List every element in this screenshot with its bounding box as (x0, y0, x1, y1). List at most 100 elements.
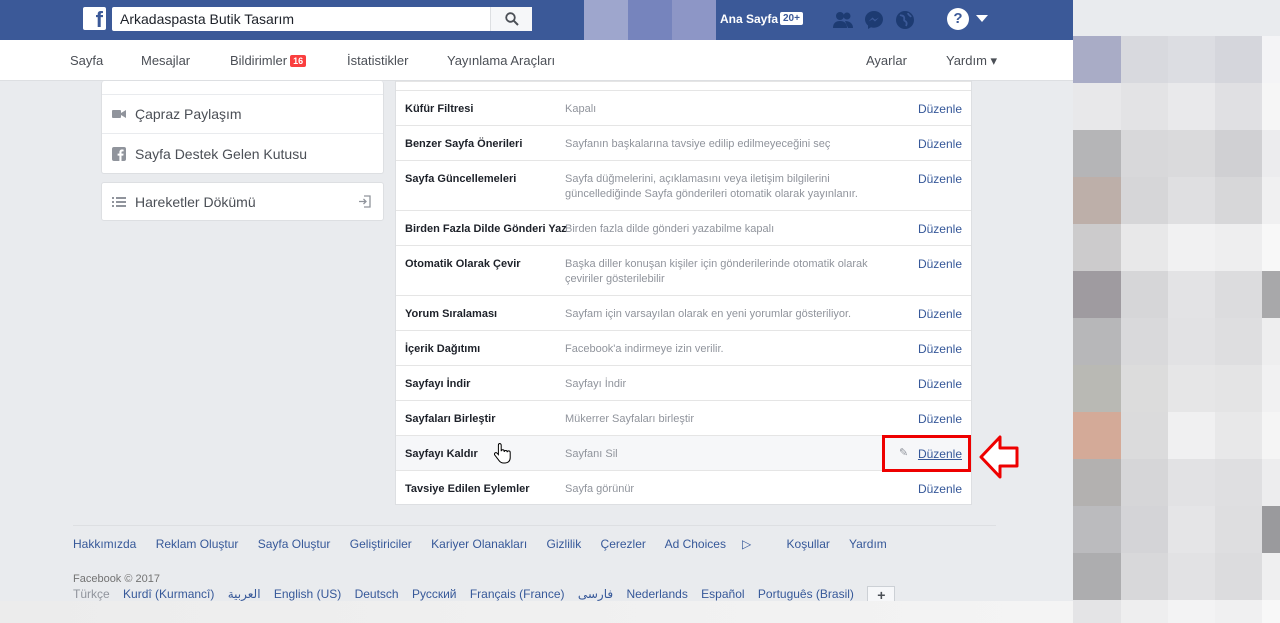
footer-links: Hakkımızda Reklam Oluştur Sayfa Oluştur … (73, 537, 903, 551)
top-bar: f Ana Sayfa 20+ ? (0, 0, 1073, 40)
sidebar-item-label: Çapraz Paylaşım (135, 106, 242, 122)
sidebar-item-partial (102, 81, 383, 95)
setting-value: Başka diller konuşan kişiler için gönder… (565, 258, 868, 285)
setting-label: Birden Fazla Dilde Gönderi Yaz (405, 223, 567, 235)
footer-link[interactable]: Çerezler (601, 537, 646, 551)
footer-divider (73, 525, 996, 526)
copyright: Facebook © 2017 (73, 573, 160, 585)
edit-link[interactable]: Düzenle (918, 102, 962, 116)
table-row[interactable]: Benzer Sayfa Önerileri Sayfanın başkalar… (396, 125, 971, 160)
setting-value: Sayfam için varsayılan olarak en yeni yo… (565, 308, 852, 320)
table-row[interactable]: Otomatik Olarak Çevir Başka diller konuş… (396, 245, 971, 295)
setting-value: Sayfayı İndir (565, 378, 627, 390)
footer-link[interactable]: Gizlilik (547, 537, 582, 551)
bottom-pixelated-strip (0, 601, 1073, 623)
friend-requests-icon[interactable] (832, 9, 854, 31)
search-input[interactable] (112, 7, 482, 31)
edit-link[interactable]: Düzenle (918, 172, 962, 186)
setting-value: Mükerrer Sayfaları birleştir (565, 413, 694, 425)
table-row[interactable]: Sayfaları Birleştir Mükerrer Sayfaları b… (396, 400, 971, 435)
help-icon[interactable]: ? (947, 8, 969, 30)
setting-label: Sayfayı İndir (405, 378, 471, 390)
language-link[interactable]: Русский (412, 587, 457, 601)
footer-link-label: Ad Choices (664, 537, 726, 551)
search-box[interactable] (112, 7, 532, 31)
table-row[interactable]: Yorum Sıralaması Sayfam için varsayılan … (396, 295, 971, 330)
sidebar-item-support-inbox[interactable]: Sayfa Destek Gelen Kutusu (102, 134, 383, 173)
table-row[interactable]: Tavsiye Edilen Eylemler Sayfa görünür Dü… (396, 470, 971, 505)
language-link[interactable]: Nederlands (626, 587, 687, 601)
table-row[interactable]: Birden Fazla Dilde Gönderi Yaz Birden fa… (396, 210, 971, 245)
facebook-square-icon (112, 146, 126, 161)
facebook-logo-icon[interactable]: f (83, 7, 106, 32)
edit-link[interactable]: Düzenle (918, 222, 962, 236)
search-icon (504, 12, 519, 26)
edit-link[interactable]: Düzenle (918, 377, 962, 391)
footer-link[interactable]: Geliştiriciler (350, 537, 412, 551)
setting-label: Benzer Sayfa Önerileri (405, 138, 523, 150)
sidebar-item-activity-log[interactable]: Hareketler Dökümü (102, 183, 383, 220)
setting-label: İçerik Dağıtımı (405, 343, 481, 355)
language-link[interactable]: Español (701, 587, 744, 601)
settings-sidebar: Çapraz Paylaşım Sayfa Destek Gelen Kutus… (101, 81, 384, 174)
footer-link[interactable]: Kariyer Olanakları (431, 537, 527, 551)
footer-link[interactable]: Sayfa Oluştur (258, 537, 331, 551)
messenger-icon[interactable] (863, 9, 885, 31)
home-count-badge: 20+ (780, 12, 803, 25)
right-sidebar-pixelated (1073, 36, 1280, 623)
nav-settings[interactable]: Ayarlar (866, 53, 907, 68)
notifications-globe-icon[interactable] (894, 9, 916, 31)
table-row[interactable]: Sayfa Güncellemeleri Sayfa düğmelerini, … (396, 160, 971, 210)
list-icon (112, 196, 126, 207)
table-row[interactable]: İçerik Dağıtımı Facebook'a indirmeye izi… (396, 330, 971, 365)
setting-value: Sayfa görünür (565, 483, 635, 495)
setting-label: Sayfa Güncellemeleri (405, 173, 517, 185)
account-menu-caret-icon[interactable] (976, 15, 988, 22)
table-row[interactable]: Küfür Filtresi Kapalı Düzenle (396, 90, 971, 125)
edit-link[interactable]: Düzenle (918, 342, 962, 356)
language-link[interactable]: العربية (228, 587, 261, 601)
nav-messages[interactable]: Mesajlar (141, 53, 190, 68)
adchoices-icon: ▷ (741, 537, 752, 551)
sidebar-item-crossposting[interactable]: Çapraz Paylaşım (102, 95, 383, 134)
footer-link[interactable]: Hakkımızda (73, 537, 136, 551)
footer-link[interactable]: Yardım (849, 537, 887, 551)
language-link[interactable]: فارسی (578, 587, 613, 601)
sidebar-item-label: Hareketler Dökümü (135, 193, 256, 210)
nav-help[interactable]: Yardım ▾ (946, 53, 997, 69)
table-row-partial (396, 81, 971, 90)
edit-link[interactable]: Düzenle (918, 412, 962, 426)
setting-label: Sayfaları Birleştir (405, 413, 496, 425)
edit-link[interactable]: Düzenle (918, 482, 962, 496)
footer-link-adchoices[interactable]: Ad Choices ▷ (665, 537, 768, 551)
setting-label: Otomatik Olarak Çevir (405, 258, 521, 270)
nav-publishing-tools[interactable]: Yayınlama Araçları (447, 53, 555, 68)
enter-icon (359, 195, 371, 208)
language-link[interactable]: Deutsch (355, 587, 399, 601)
setting-label: Yorum Sıralaması (405, 308, 498, 320)
footer-link[interactable]: Reklam Oluştur (156, 537, 239, 551)
nav-notifications[interactable]: Bildirimler 16 (230, 53, 307, 68)
activity-log-card: Hareketler Dökümü (101, 182, 384, 221)
language-current: Türkçe (73, 587, 110, 602)
language-link[interactable]: Français (France) (470, 587, 565, 601)
language-link[interactable]: Português (Brasil) (758, 587, 854, 601)
page-nav: Sayfa Mesajlar Bildirimler 16 İstatistikl… (0, 40, 1073, 81)
setting-value: Sayfanın başkalarına tavsiye edilip edil… (565, 138, 831, 150)
home-link[interactable]: Ana Sayfa (720, 12, 778, 26)
edit-link[interactable]: Düzenle (918, 137, 962, 151)
setting-label: Tavsiye Edilen Eylemler (405, 483, 530, 495)
nav-insights[interactable]: İstatistikler (347, 53, 408, 68)
search-button[interactable] (490, 7, 532, 31)
table-row[interactable]: Sayfayı İndir Sayfayı İndir Düzenle (396, 365, 971, 400)
language-link[interactable]: English (US) (274, 587, 341, 601)
notifications-badge: 16 (290, 55, 307, 67)
edit-link[interactable]: Düzenle (918, 307, 962, 321)
nav-page[interactable]: Sayfa (70, 53, 103, 68)
footer-link[interactable]: Koşullar (787, 537, 830, 551)
setting-value: Kapalı (565, 103, 597, 115)
left-arrow-icon (979, 435, 1019, 479)
setting-value: Sayfanı Sil (565, 448, 618, 460)
edit-link[interactable]: Düzenle (918, 257, 962, 271)
language-link[interactable]: Kurdî (Kurmancî) (123, 587, 214, 601)
